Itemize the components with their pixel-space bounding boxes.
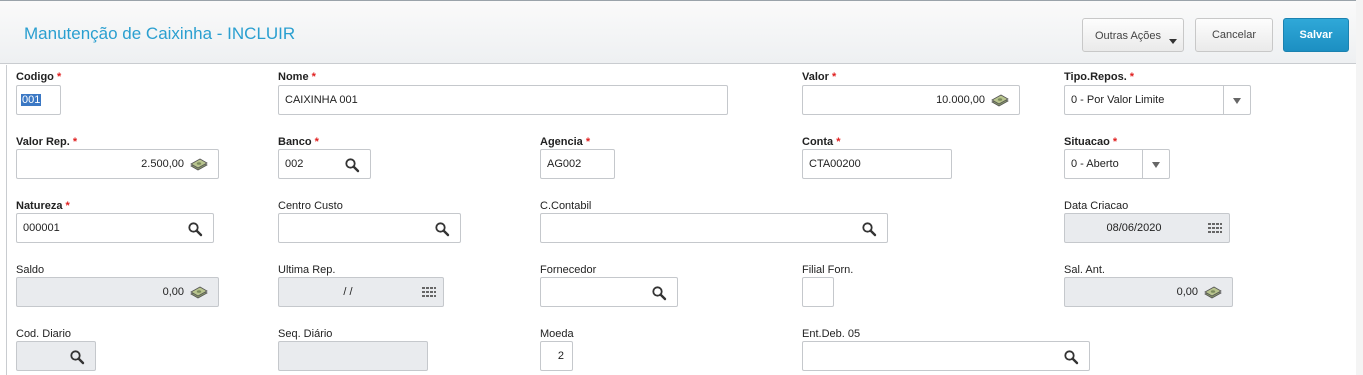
valor-label: Valor — [802, 71, 836, 83]
right-edge-divider — [1356, 0, 1363, 375]
data-criacao-label: Data Criacao — [1064, 200, 1129, 212]
situacao-label: Situacao — [1064, 136, 1117, 148]
nome-value: CAIXINHA 001 — [285, 94, 358, 106]
chevron-down-icon[interactable] — [1233, 98, 1241, 104]
sal-ant-label: Sal. Ant. — [1064, 264, 1105, 276]
other-actions-label: Outras Ações — [1095, 30, 1162, 42]
codigo-value: 001 — [21, 94, 42, 106]
valor-rep-label: Valor Rep. — [16, 136, 77, 148]
conta-label: Conta — [802, 136, 841, 148]
select-divider — [1223, 86, 1224, 114]
conta-value: CTA00200 — [809, 158, 861, 170]
moeda-label: Moeda — [540, 328, 574, 340]
ultima-rep-field: / / — [278, 277, 444, 307]
calendar-icon[interactable] — [421, 285, 437, 301]
nome-label: Nome — [278, 71, 316, 83]
fornecedor-field[interactable] — [540, 277, 678, 307]
valor-rep-field[interactable]: 2.500,00 — [16, 149, 219, 179]
search-icon[interactable] — [344, 157, 360, 173]
data-criacao-value: 08/06/2020 — [1106, 222, 1162, 234]
chevron-down-icon — [1169, 39, 1177, 44]
natureza-label: Natureza — [16, 200, 70, 212]
saldo-field: 0,00 — [16, 277, 219, 307]
valor-rep-value: 2.500,00 — [141, 158, 184, 170]
natureza-field[interactable]: 000001 — [16, 213, 214, 243]
saldo-value: 0,00 — [162, 286, 184, 298]
chevron-down-icon[interactable] — [1152, 162, 1160, 168]
situacao-value: 0 - Aberto — [1071, 158, 1119, 170]
select-divider — [1142, 150, 1143, 178]
tipo-repos-select[interactable]: 0 - Por Valor Limite — [1064, 85, 1251, 115]
money-icon — [1204, 285, 1222, 301]
seq-diario-label: Seq. Diário — [278, 328, 333, 340]
ultima-rep-label: Ultima Rep. — [278, 264, 336, 276]
search-icon[interactable] — [1063, 349, 1079, 365]
sal-ant-value: 0,00 — [1176, 286, 1198, 298]
codigo-label: Codigo — [16, 71, 61, 83]
tipo-repos-label: Tipo.Repos. — [1064, 71, 1134, 83]
other-actions-button[interactable]: Outras Ações — [1082, 18, 1184, 52]
conta-field[interactable]: CTA00200 — [802, 149, 952, 179]
money-icon[interactable] — [190, 157, 208, 173]
search-icon[interactable] — [861, 221, 877, 237]
natureza-value: 000001 — [23, 222, 60, 234]
search-icon[interactable] — [187, 221, 203, 237]
moeda-value: 2 — [557, 350, 564, 362]
situacao-select[interactable]: 0 - Aberto — [1064, 149, 1170, 179]
nome-field[interactable]: CAIXINHA 001 — [278, 85, 728, 115]
search-icon[interactable] — [434, 221, 450, 237]
search-icon[interactable] — [69, 349, 85, 365]
cancel-button[interactable]: Cancelar — [1195, 18, 1273, 52]
c-contabil-label: C.Contabil — [540, 200, 592, 212]
banco-value: 002 — [285, 158, 304, 170]
filial-forn-label: Filial Forn. — [802, 264, 854, 276]
tipo-repos-value: 0 - Por Valor Limite — [1071, 94, 1165, 106]
centro-custo-field[interactable] — [278, 213, 461, 243]
seq-diario-field — [278, 341, 428, 371]
filial-forn-field[interactable] — [802, 277, 834, 307]
agencia-value: AG002 — [547, 158, 582, 170]
cod-diario-label: Cod. Diario — [16, 328, 72, 340]
data-criacao-field: 08/06/2020 — [1064, 213, 1230, 243]
agencia-field[interactable]: AG002 — [540, 149, 615, 179]
search-icon[interactable] — [651, 285, 667, 301]
ultima-rep-value: / / — [343, 286, 353, 298]
ent-deb-05-label: Ent.Deb. 05 — [802, 328, 861, 340]
valor-value: 10.000,00 — [936, 94, 985, 106]
save-button[interactable]: Salvar — [1283, 18, 1349, 52]
calendar-icon[interactable] — [1207, 221, 1223, 237]
ent-deb-05-field[interactable] — [802, 341, 1090, 371]
sal-ant-field: 0,00 — [1064, 277, 1233, 307]
cod-diario-field — [16, 341, 96, 371]
banco-label: Banco — [278, 136, 319, 148]
page-header: Manutenção de Caixinha - INCLUIR Outras … — [0, 0, 1363, 64]
money-icon — [190, 285, 208, 301]
codigo-field[interactable]: 001 — [16, 85, 61, 115]
money-icon[interactable] — [991, 93, 1009, 109]
banco-field[interactable]: 002 — [278, 149, 371, 179]
c-contabil-field[interactable] — [540, 213, 888, 243]
page-title: Manutenção de Caixinha - INCLUIR — [24, 24, 296, 43]
valor-field[interactable]: 10.000,00 — [802, 85, 1020, 115]
moeda-field[interactable]: 2 — [540, 341, 573, 371]
saldo-label: Saldo — [16, 264, 45, 276]
agencia-label: Agencia — [540, 136, 590, 148]
fornecedor-label: Fornecedor — [540, 264, 597, 276]
centro-custo-label: Centro Custo — [278, 200, 343, 212]
